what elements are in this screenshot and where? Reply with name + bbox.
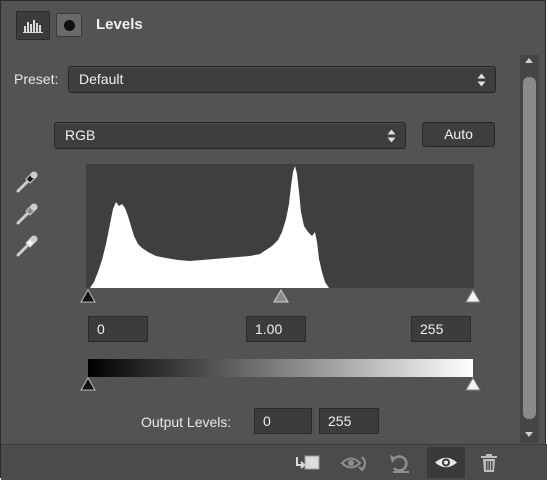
histogram-icon[interactable] xyxy=(16,11,50,40)
mask-dot xyxy=(64,20,75,31)
histogram-display xyxy=(86,164,474,288)
view-previous-state-icon[interactable] xyxy=(338,449,372,477)
panel-scrollbar[interactable] xyxy=(520,55,539,443)
output-black-field[interactable]: 0 xyxy=(254,408,312,434)
input-levels-slider[interactable] xyxy=(79,289,483,305)
scroll-thumb[interactable] xyxy=(523,77,536,419)
auto-button[interactable]: Auto xyxy=(422,122,495,147)
output-levels-label: Output Levels: xyxy=(141,414,232,430)
panel-footer-toolbar xyxy=(1,444,547,480)
preset-dropdown[interactable]: Default xyxy=(68,66,496,93)
channel-dropdown[interactable]: RGB xyxy=(54,122,406,149)
clip-to-layer-icon[interactable] xyxy=(291,449,325,477)
output-gradient-bar xyxy=(88,359,473,377)
channel-value: RGB xyxy=(65,127,96,143)
output-levels-slider[interactable] xyxy=(79,377,483,393)
gray-point-eyedropper-icon[interactable] xyxy=(14,201,40,227)
white-input-slider-handle[interactable] xyxy=(465,289,481,303)
visibility-eye-icon[interactable] xyxy=(427,447,465,478)
dropdown-arrows-icon xyxy=(477,73,486,87)
mask-icon[interactable] xyxy=(56,13,82,37)
input-white-field[interactable]: 255 xyxy=(411,316,471,342)
white-point-eyedropper-icon[interactable] xyxy=(14,233,40,259)
black-input-slider-handle[interactable] xyxy=(80,289,96,303)
panel-title: Levels xyxy=(96,16,143,33)
levels-properties-panel: Levels Preset: Default RGB Auto 0 1.00 2… xyxy=(0,0,547,480)
input-gamma-field[interactable]: 1.00 xyxy=(246,316,306,342)
histogram-graph xyxy=(86,166,474,288)
output-white-field[interactable]: 255 xyxy=(319,408,379,434)
scroll-down-arrow-icon[interactable] xyxy=(525,432,533,437)
preset-value: Default xyxy=(79,71,124,87)
trash-icon[interactable] xyxy=(472,449,506,477)
preset-label: Preset: xyxy=(14,71,59,87)
scroll-up-arrow-icon[interactable] xyxy=(525,58,533,63)
black-output-slider-handle[interactable] xyxy=(80,377,96,391)
dropdown-arrows-icon xyxy=(387,129,396,143)
black-point-eyedropper-icon[interactable] xyxy=(14,169,40,195)
gamma-input-slider-handle[interactable] xyxy=(273,289,289,303)
white-output-slider-handle[interactable] xyxy=(465,377,481,391)
input-black-field[interactable]: 0 xyxy=(88,316,148,342)
reset-icon[interactable] xyxy=(384,449,418,477)
